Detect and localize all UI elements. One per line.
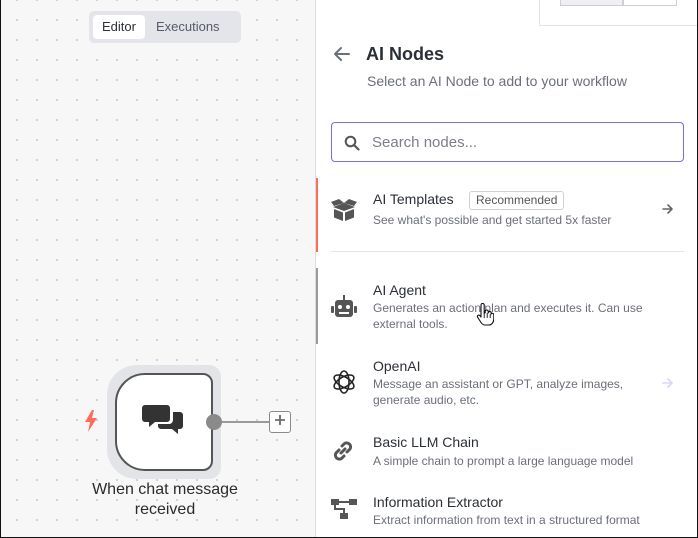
information-extractor-description: Extract information from text in a struc… bbox=[373, 513, 640, 527]
openai-icon bbox=[330, 368, 358, 401]
trigger-node-label: When chat message received bbox=[92, 481, 238, 518]
list-item-basic-llm-chain[interactable]: Basic LLM Chain A simple chain to prompt… bbox=[316, 426, 698, 482]
panel-subtitle: Select an AI Node to add to your workflo… bbox=[367, 73, 627, 89]
section-divider bbox=[331, 251, 684, 252]
open-box-icon bbox=[330, 198, 358, 227]
openai-description: Message an assistant or GPT, analyze ima… bbox=[373, 377, 624, 407]
list-item-information-extractor[interactable]: Information Extractor Extract informatio… bbox=[316, 486, 698, 537]
list-item-openai[interactable]: OpenAI Message an assistant or GPT, anal… bbox=[316, 350, 698, 416]
panel-top-toolbar bbox=[539, 0, 698, 26]
tab-executions[interactable]: Executions bbox=[147, 15, 229, 39]
ai-nodes-panel: AI Nodes Select an AI Node to add to you… bbox=[315, 0, 698, 537]
search-icon bbox=[344, 135, 360, 156]
link-icon bbox=[330, 438, 356, 469]
panel-title: AI Nodes bbox=[366, 44, 445, 64]
back-arrow-icon[interactable] bbox=[333, 46, 351, 67]
robot-icon bbox=[330, 295, 358, 324]
ai-templates-description: See what's possible and get started 5x f… bbox=[373, 213, 612, 227]
hand-cursor-icon bbox=[476, 302, 495, 332]
trigger-node-body[interactable] bbox=[115, 373, 213, 471]
ai-agent-name: AI Agent bbox=[373, 282, 426, 298]
openai-name: OpenAI bbox=[373, 358, 421, 374]
information-extractor-name: Information Extractor bbox=[373, 494, 503, 510]
basic-llm-chain-name: Basic LLM Chain bbox=[373, 434, 479, 450]
panel-top-toggle-left[interactable] bbox=[560, 0, 623, 6]
search-input[interactable] bbox=[372, 131, 672, 153]
node-output-handle[interactable] bbox=[206, 414, 222, 430]
lightning-bolt-icon bbox=[83, 409, 99, 438]
tab-editor[interactable]: Editor bbox=[93, 15, 145, 39]
list-item-ai-templates[interactable]: AI Templates See what's possible and get… bbox=[316, 178, 698, 252]
ai-agent-description: Generates an action plan and executes it… bbox=[373, 301, 643, 331]
recommended-badge: Recommended bbox=[469, 191, 565, 210]
arrow-right-icon bbox=[662, 202, 674, 220]
node-connector-line bbox=[222, 421, 269, 423]
editor-tabs: Editor Executions bbox=[89, 11, 241, 43]
trigger-node[interactable] bbox=[107, 365, 221, 479]
search-box[interactable] bbox=[331, 122, 684, 162]
add-node-button[interactable] bbox=[269, 411, 291, 433]
list-item-ai-agent[interactable]: AI Agent Generates an action plan and ex… bbox=[316, 268, 698, 344]
plus-icon bbox=[274, 413, 286, 431]
panel-top-toggle-right[interactable] bbox=[623, 0, 677, 6]
basic-llm-chain-description: A simple chain to prompt a large languag… bbox=[373, 454, 634, 468]
hierarchy-icon bbox=[330, 496, 358, 527]
ai-templates-name: AI Templates bbox=[373, 191, 454, 207]
chat-bubbles-icon bbox=[142, 402, 186, 443]
arrow-right-icon bbox=[662, 376, 674, 394]
